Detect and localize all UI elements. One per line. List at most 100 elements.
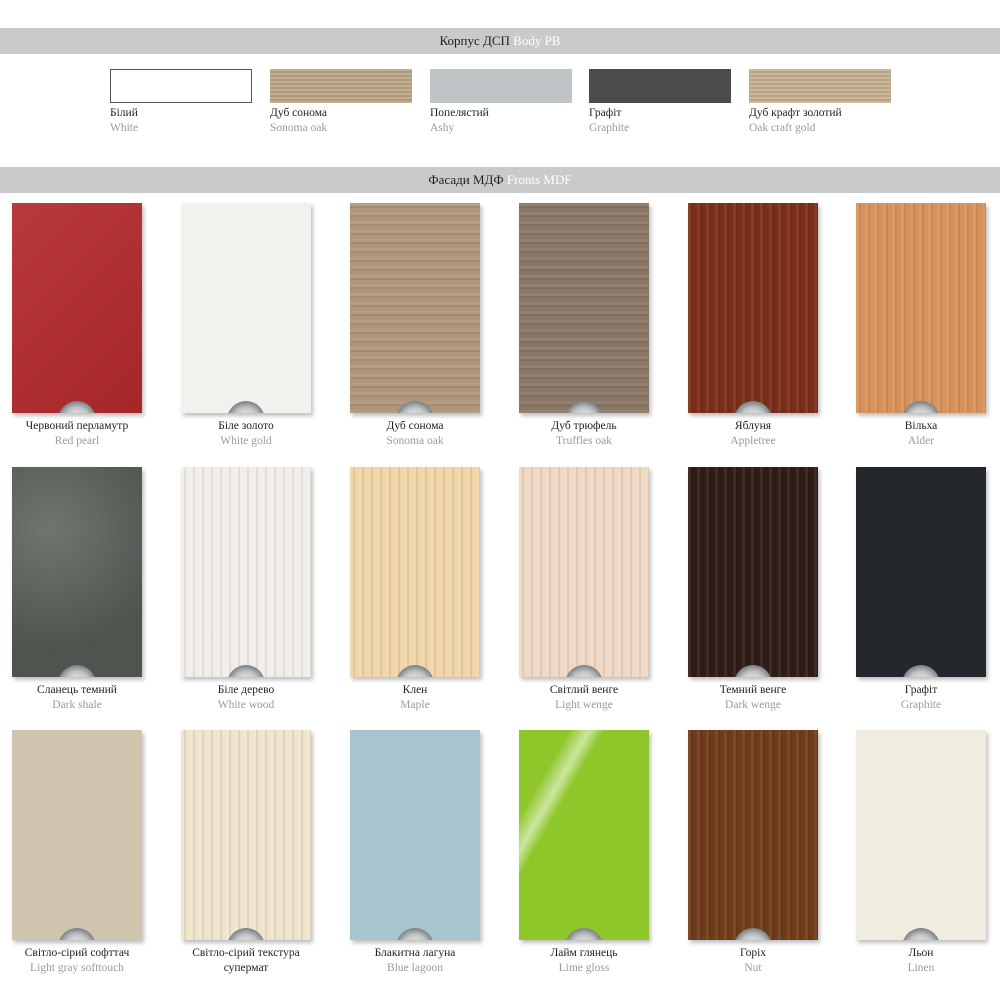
- front-name-ua: Світло-сірий софттач: [24, 947, 130, 959]
- front-label: Лайм глянець Lime gloss: [499, 946, 669, 976]
- front-label: Темний венге Dark wenge: [668, 683, 838, 713]
- front-name-en: Alder: [907, 435, 935, 447]
- front-label: Дуб сонома Sonoma oak: [330, 419, 500, 449]
- front-name-en: Lime gloss: [558, 962, 610, 974]
- section-title-ua: Фасади МДФ: [428, 172, 504, 187]
- front-label: Дуб трюфель Truffles oak: [499, 419, 669, 449]
- front-texture: [12, 730, 142, 940]
- body-swatch-label: Білий White: [110, 106, 138, 136]
- front-texture: [12, 467, 142, 677]
- swatch-name-en: Ashy: [430, 122, 455, 134]
- front-name-ua: Біле дерево: [217, 684, 275, 696]
- front-texture: [856, 467, 986, 677]
- front-label: Графіт Graphite: [836, 683, 1000, 713]
- body-swatch-2: [270, 69, 412, 103]
- front-sample: [519, 467, 649, 677]
- front-texture: [350, 203, 480, 413]
- front-texture: [856, 730, 986, 940]
- front-texture: [688, 467, 818, 677]
- front-name-ua: Сланець темний: [37, 684, 117, 696]
- front-label: Льон Linen: [836, 946, 1000, 976]
- front-name-en: White gold: [220, 435, 272, 447]
- body-swatch-label: Графіт Graphite: [589, 106, 629, 136]
- swatch-name-ua: Графіт: [589, 107, 622, 119]
- front-name-ua: Льон: [908, 947, 934, 959]
- body-swatch-5: [749, 69, 891, 103]
- front-texture: [688, 730, 818, 940]
- front-sample: [12, 203, 142, 413]
- front-name-ua: Лайм глянець: [550, 947, 618, 959]
- front-name-ua: Графіт: [904, 684, 938, 696]
- front-sample: [856, 730, 986, 940]
- front-name-ua: Дуб трюфель: [551, 420, 617, 432]
- front-texture: [519, 730, 649, 940]
- front-texture: [12, 203, 142, 413]
- front-name-ua: Біле золото: [218, 420, 274, 432]
- front-texture: [688, 203, 818, 413]
- front-name-en: Sonoma oak: [386, 435, 444, 447]
- front-sample: [350, 730, 480, 940]
- front-label: Сланець темний Dark shale: [0, 683, 162, 713]
- front-label: Горіх Nut: [668, 946, 838, 976]
- front-texture: [350, 467, 480, 677]
- swatch-name-en: Sonoma oak: [270, 122, 328, 134]
- body-swatch-3: [430, 69, 572, 103]
- front-label: Яблуня Appletree: [668, 419, 838, 449]
- front-label: Червоний перламутр Red pearl: [0, 419, 162, 449]
- front-name-en: супермат: [223, 962, 269, 974]
- front-name-en: Appletree: [730, 435, 776, 447]
- front-sample: [856, 203, 986, 413]
- front-name-en: Blue lagoon: [387, 962, 443, 974]
- swatch-name-en: White: [110, 122, 139, 134]
- front-texture: [181, 730, 311, 940]
- swatch-name-ua: Дуб сонома: [270, 107, 328, 119]
- front-name-ua: Вільха: [904, 420, 938, 432]
- body-swatch-label: Попелястий Ashy: [430, 106, 489, 136]
- front-texture: [181, 467, 311, 677]
- front-sample: [12, 730, 142, 940]
- swatch-name-en: Graphite: [589, 122, 630, 134]
- front-sample: [519, 203, 649, 413]
- front-name-ua: Горіх: [739, 947, 767, 959]
- section-title-en: Body PB: [513, 33, 561, 48]
- front-label: Вільха Alder: [836, 419, 1000, 449]
- section-title-en: Fronts MDF: [506, 172, 572, 187]
- front-name-ua: Світлий венге: [549, 684, 619, 696]
- body-swatch-label: Дуб крафт золотий Oak craft gold: [749, 106, 842, 136]
- front-name-en: Dark wenge: [725, 699, 781, 711]
- front-name-en: Linen: [907, 962, 935, 974]
- front-sample: [350, 467, 480, 677]
- body-swatch-label: Дуб сонома Sonoma oak: [270, 106, 327, 136]
- section-header-fronts: Фасади МДФ Fronts MDF: [0, 167, 1000, 193]
- front-name-ua: Клен: [402, 684, 428, 696]
- front-texture: [519, 203, 649, 413]
- front-sample: [519, 730, 649, 940]
- front-label: Біле золото White gold: [161, 419, 331, 449]
- front-name-ua: Світло-сірий текстура: [192, 947, 300, 959]
- front-name-ua: Блакитна лагуна: [374, 947, 456, 959]
- front-sample: [181, 730, 311, 940]
- front-label: Блакитна лагуна Blue lagoon: [330, 946, 500, 976]
- front-name-ua: Дуб сонома: [386, 420, 444, 432]
- front-label: Клен Maple: [330, 683, 500, 713]
- front-name-en: Dark shale: [52, 699, 102, 711]
- front-name-ua: Червоний перламутр: [25, 420, 129, 432]
- section-header-body: Корпус ДСП Body PB: [0, 28, 1000, 54]
- front-texture: [181, 203, 311, 413]
- front-name-en: Light gray softtouch: [30, 962, 124, 974]
- front-label: Світло-сірий текстура супермат: [161, 946, 331, 976]
- front-label: Світлий венге Light wenge: [499, 683, 669, 713]
- front-label: Біле дерево White wood: [161, 683, 331, 713]
- section-title-ua: Корпус ДСП: [439, 33, 510, 48]
- swatch-name-ua: Білий: [110, 107, 138, 119]
- front-name-en: Maple: [400, 699, 430, 711]
- front-texture: [856, 203, 986, 413]
- front-name-en: White wood: [217, 699, 275, 711]
- front-sample: [181, 467, 311, 677]
- front-name-en: Light wenge: [555, 699, 613, 711]
- front-name-en: Red pearl: [54, 435, 100, 447]
- front-name-ua: Яблуня: [734, 420, 772, 432]
- front-sample: [12, 467, 142, 677]
- body-swatch-4: [589, 69, 731, 103]
- front-sample: [350, 203, 480, 413]
